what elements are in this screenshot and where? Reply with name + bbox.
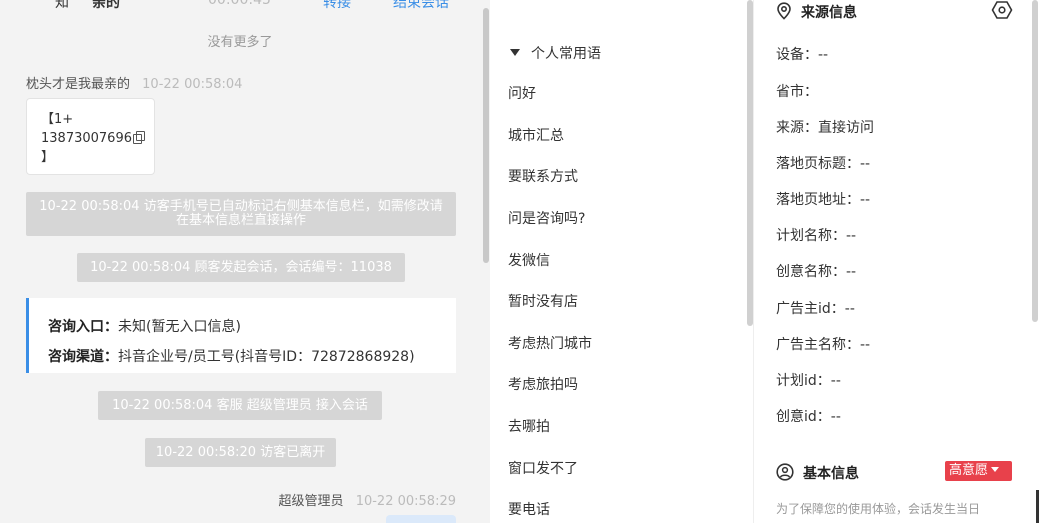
basic-info-title: 基本信息 — [803, 466, 859, 482]
visitor-info-panel: 来源信息 设备：-- 省市： 来源：直接访问 落地页标题：-- 落地页地址：--… — [754, 0, 1040, 523]
agent-message-header: 超级管理员 10-22 00:58:29 — [279, 490, 456, 509]
info-value: -- — [830, 409, 841, 425]
info-value: -- — [846, 264, 857, 280]
info-row-advertiser-id: 广告主id：-- — [776, 298, 855, 318]
info-row-source: 来源：直接访问 — [776, 117, 874, 137]
info-label: 广告主名称： — [776, 337, 860, 353]
info-label: 创意id： — [776, 409, 831, 425]
triangle-down-icon — [510, 49, 520, 56]
info-label: 来源： — [776, 120, 818, 136]
visitor-name: 亲的 — [92, 0, 120, 11]
info-row-device: 设备：-- — [776, 44, 828, 64]
system-message: 10-22 00:58:20 访客已离开 — [145, 438, 336, 467]
info-label: 落地页地址： — [776, 192, 860, 208]
agent-message-bubble — [386, 515, 456, 523]
system-message: 10-22 00:58:04 访客手机号已自动标记右侧基本信息栏，如需修改请在基… — [26, 192, 456, 236]
info-value: -- — [860, 337, 871, 353]
info-row-advertiser-name: 广告主名称：-- — [776, 334, 870, 354]
phrase-group-title: 个人常用语 — [531, 46, 601, 62]
info-label: 设备： — [776, 47, 818, 63]
phrase-item[interactable]: 问好 — [508, 83, 536, 103]
info-row-plan-id: 计划id：-- — [776, 370, 841, 390]
common-phrases-panel: 个人常用语 问好 城市汇总 要联系方式 问是咨询吗? 发微信 暂时没有店 考虑热… — [490, 0, 754, 523]
message-line: 】 — [41, 150, 55, 165]
visitor-message-time: 10-22 00:58:04 — [142, 77, 243, 92]
system-message: 10-22 00:58:04 顾客发起会话，会话编号：11038 — [77, 253, 405, 282]
phrase-group-toggle[interactable]: 个人常用语 — [510, 43, 601, 63]
info-label: 省市： — [776, 84, 818, 100]
info-row-province: 省市： — [776, 81, 818, 101]
transfer-button[interactable]: 转接 — [323, 0, 351, 12]
info-label: 广告主id： — [776, 301, 845, 317]
session-duration: 00:00:45 — [208, 0, 271, 8]
source-info-header: 来源信息 — [776, 2, 857, 24]
source-info-title: 来源信息 — [801, 5, 857, 21]
basic-info-header: 基本信息 — [776, 463, 859, 485]
visitor-sender-name: 枕头才是我最亲的 — [26, 77, 131, 92]
phrase-item[interactable]: 考虑热门城市 — [508, 333, 592, 353]
info-value: -- — [818, 47, 829, 63]
info-value: -- — [846, 228, 857, 244]
agent-sender-name: 超级管理员 — [278, 494, 344, 509]
phrase-item[interactable]: 窗口发不了 — [508, 458, 578, 478]
consult-channel-label: 咨询渠道： — [48, 349, 118, 365]
settings-hex-icon[interactable] — [991, 0, 1013, 24]
system-message: 10-22 00:58:04 客服 超级管理员 接入会话 — [98, 391, 382, 420]
no-more-history: 没有更多了 — [207, 35, 273, 50]
phrase-item[interactable]: 问是咨询吗? — [508, 208, 585, 228]
intent-level-label: 高意愿 — [949, 463, 989, 478]
chat-scrollbar[interactable] — [483, 8, 489, 263]
info-row-plan-name: 计划名称：-- — [776, 225, 856, 245]
chat-panel: 知 亲的 00:00:45 转接 结束会话 没有更多了 枕头才是我最亲的 10-… — [0, 0, 490, 523]
info-scrollbar[interactable] — [1032, 0, 1038, 322]
phrase-item[interactable]: 暂时没有店 — [508, 291, 578, 311]
phone-number: 13873007696 — [41, 131, 132, 146]
phrase-item[interactable]: 城市汇总 — [508, 125, 564, 145]
consult-entry-row: 咨询入口：未知(暂无入口信息) — [48, 312, 456, 342]
end-session-button[interactable]: 结束会话 — [393, 0, 449, 12]
consult-entry-value: 未知(暂无入口信息) — [118, 319, 241, 335]
info-label: 计划id： — [776, 373, 831, 389]
app-root: 知 亲的 00:00:45 转接 结束会话 没有更多了 枕头才是我最亲的 10-… — [0, 0, 1040, 523]
agent-message-time: 10-22 00:58:29 — [355, 494, 456, 509]
phrase-item[interactable]: 要电话 — [508, 499, 550, 519]
info-row-landing-title: 落地页标题：-- — [776, 153, 870, 173]
copy-icon[interactable] — [132, 131, 145, 144]
info-row-creative-name: 创意名称：-- — [776, 261, 856, 281]
session-header-strip: 知 亲的 00:00:45 转接 结束会话 — [0, 0, 490, 12]
info-label: 落地页标题： — [776, 156, 860, 172]
location-pin-icon — [776, 2, 792, 24]
phrases-scrollbar[interactable] — [747, 0, 753, 326]
visitor-message-header: 枕头才是我最亲的 10-22 00:58:04 — [26, 73, 242, 92]
panel-edge-handle[interactable] — [1036, 490, 1039, 523]
info-value: -- — [830, 373, 841, 389]
intent-level-dropdown[interactable]: 高意愿 — [945, 461, 1012, 481]
phrase-item[interactable]: 考虑旅拍吗 — [508, 374, 578, 394]
consult-channel-value: 抖音企业号/员工号(抖音号ID：72872868928) — [118, 349, 415, 365]
user-circle-icon — [776, 463, 794, 485]
message-line: 【1+ — [41, 112, 74, 127]
info-value: -- — [860, 192, 871, 208]
phrase-item[interactable]: 去哪拍 — [508, 416, 550, 436]
info-row-landing-url: 落地页地址：-- — [776, 189, 870, 209]
info-label: 创意名称： — [776, 264, 846, 280]
consult-channel-row: 咨询渠道：抖音企业号/员工号(抖音号ID：72872868928) — [48, 342, 456, 372]
usage-note: 为了保障您的使用体验，会话发生当日 — [776, 502, 981, 516]
info-label: 计划名称： — [776, 228, 846, 244]
message-line-phone: 13873007696 — [41, 129, 154, 148]
phrase-item[interactable]: 要联系方式 — [508, 166, 578, 186]
visitor-avatar: 知 — [55, 0, 69, 11]
info-value: -- — [844, 301, 855, 317]
caret-down-icon — [991, 467, 1000, 472]
phrase-item[interactable]: 发微信 — [508, 250, 550, 270]
consult-entry-label: 咨询入口： — [48, 319, 118, 335]
consult-source-card: 咨询入口：未知(暂无入口信息) 咨询渠道：抖音企业号/员工号(抖音号ID：728… — [26, 298, 456, 373]
info-row-creative-id: 创意id：-- — [776, 406, 841, 426]
info-value: -- — [860, 156, 871, 172]
info-value: 直接访问 — [818, 120, 874, 136]
visitor-message-bubble: 【1+ 13873007696 】 — [26, 98, 155, 175]
